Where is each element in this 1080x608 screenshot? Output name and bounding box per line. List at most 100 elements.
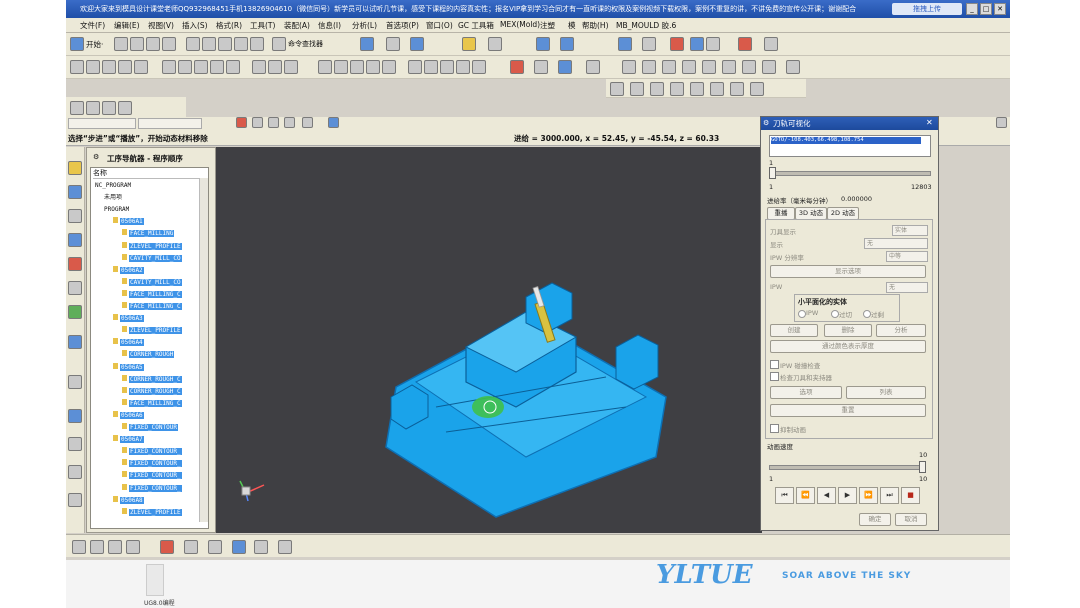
tree-row[interactable]: FACE_MILLING_C xyxy=(122,289,182,300)
menu-window[interactable]: 窗口(O) xyxy=(426,20,453,31)
tree-row[interactable]: FIXED_CONTOUR_ xyxy=(122,470,182,481)
operation-nav-icon[interactable] xyxy=(68,233,82,247)
point-icon[interactable] xyxy=(350,60,364,74)
close-toolbar-icon[interactable] xyxy=(786,60,800,74)
scope-filter-select[interactable] xyxy=(138,118,202,129)
suppress-animation-checkbox[interactable] xyxy=(770,424,779,433)
sync-c-icon[interactable] xyxy=(650,82,664,96)
menu-edit[interactable]: 编辑(E) xyxy=(114,20,140,31)
trim-body-icon[interactable] xyxy=(252,60,266,74)
tree-row[interactable]: CAVITY_MILL_CO xyxy=(122,277,182,288)
resize-face-icon[interactable] xyxy=(662,60,676,74)
options-button[interactable]: 选项 xyxy=(770,386,842,399)
animation-speed-track[interactable] xyxy=(769,465,925,470)
hidden-icon[interactable] xyxy=(118,101,132,115)
sync-model-icon[interactable] xyxy=(622,60,636,74)
radio-excess[interactable] xyxy=(863,310,871,318)
replace-face-icon[interactable] xyxy=(642,60,656,74)
tree-row[interactable]: FIXED_CONTOUR xyxy=(122,422,178,433)
command-finder-icon[interactable] xyxy=(272,37,286,51)
tree-row[interactable]: 0506A1 xyxy=(113,216,144,227)
ipw-select[interactable]: 无 xyxy=(886,282,928,293)
extrude-icon[interactable] xyxy=(86,60,100,74)
upload-badge[interactable]: 拖拽上传 xyxy=(892,3,962,15)
type-filter-select[interactable] xyxy=(68,118,136,129)
check-tool-holder-checkbox[interactable] xyxy=(770,372,779,381)
tree-row[interactable]: FACE_MILLING xyxy=(122,228,175,239)
delete-face-icon[interactable] xyxy=(722,60,736,74)
shade-icon[interactable] xyxy=(86,101,100,115)
command-finder-button[interactable]: 命令查找器 xyxy=(288,39,323,49)
dialog-close-icon[interactable]: ✕ xyxy=(926,118,933,127)
ok-button[interactable]: 确定 xyxy=(859,513,891,526)
tree-row[interactable]: ZLEVEL_PROFILE xyxy=(122,325,182,336)
step-forward-button[interactable]: ⏩ xyxy=(859,487,878,504)
reuse-library-icon[interactable] xyxy=(68,281,82,295)
menu-insert[interactable]: 插入(S) xyxy=(182,20,208,31)
machine-nav-icon[interactable] xyxy=(68,257,82,271)
list-button[interactable]: 列表 xyxy=(846,386,926,399)
play-reverse-button[interactable]: ◀ xyxy=(817,487,836,504)
cut-icon[interactable] xyxy=(186,37,200,51)
analyze-button[interactable]: 分析 xyxy=(876,324,926,337)
create-geometry-icon[interactable] xyxy=(208,540,222,554)
stop-button[interactable]: ■ xyxy=(901,487,920,504)
tool-path-icon[interactable] xyxy=(738,37,752,51)
boss-icon[interactable] xyxy=(134,60,148,74)
lasso-icon[interactable] xyxy=(302,117,313,128)
tree-row[interactable]: FACE_MILLING_C xyxy=(122,301,182,312)
tree-row[interactable]: FIXED_CONTOUR_ xyxy=(122,483,182,494)
tree-row[interactable]: FIXED_CONTOUR_ xyxy=(122,458,182,469)
part-nav-icon[interactable] xyxy=(68,209,82,223)
graphics-viewport[interactable] xyxy=(216,147,762,533)
snap-end-icon[interactable] xyxy=(252,117,263,128)
sync-a-icon[interactable] xyxy=(610,82,624,96)
move-object-icon[interactable] xyxy=(408,60,422,74)
operation-tree[interactable]: 名称 NC_PROGRAM 未用项 PROGRAM 0506A1 FACE_MILLIN… xyxy=(90,167,209,529)
rewind-to-start-button[interactable]: ⏮ xyxy=(775,487,794,504)
system-scene-icon[interactable] xyxy=(68,493,82,507)
reset-button[interactable]: 重置 xyxy=(770,404,926,417)
mirror-icon[interactable] xyxy=(424,60,438,74)
open-file-icon[interactable] xyxy=(130,37,144,51)
revolve-icon[interactable] xyxy=(102,60,116,74)
postprocess-icon[interactable] xyxy=(706,37,720,51)
snap-icon[interactable] xyxy=(386,37,400,51)
menu-injection[interactable]: 注塑 xyxy=(540,20,555,31)
menu-mb-mould[interactable]: MB_MOULD 胶.6 xyxy=(616,20,676,31)
ops-c-icon[interactable] xyxy=(108,540,122,554)
document-thumbnail-icon[interactable] xyxy=(146,564,164,596)
create-button[interactable]: 创建 xyxy=(770,324,818,337)
sketch-icon[interactable] xyxy=(70,60,84,74)
body-filter-icon[interactable] xyxy=(328,117,339,128)
hole-icon[interactable] xyxy=(118,60,132,74)
toolpath-list-selected[interactable]: GOTO/-108.403,66.498,108.754 xyxy=(771,137,921,144)
split-body-icon[interactable] xyxy=(268,60,282,74)
edge-blend-icon[interactable] xyxy=(210,60,224,74)
sync-f-icon[interactable] xyxy=(710,82,724,96)
offset-face-icon[interactable] xyxy=(284,60,298,74)
line-icon[interactable] xyxy=(366,60,380,74)
generate-icon[interactable] xyxy=(670,37,684,51)
render-style-icon[interactable] xyxy=(410,37,424,51)
tree-row[interactable]: 0506A2 xyxy=(113,265,144,276)
edge-icon[interactable] xyxy=(102,101,116,115)
roles-icon[interactable] xyxy=(68,465,82,479)
tree-row[interactable]: PROGRAM xyxy=(104,204,129,215)
print-icon[interactable] xyxy=(162,37,176,51)
create-operation-icon[interactable] xyxy=(254,540,268,554)
start-menu-button[interactable]: 开始· xyxy=(86,39,103,50)
tree-row[interactable]: 未用项 xyxy=(104,192,122,203)
ops-d-icon[interactable] xyxy=(126,540,140,554)
menu-file[interactable]: 文件(F) xyxy=(80,20,105,31)
sync-e-icon[interactable] xyxy=(690,82,704,96)
radio-overcut[interactable] xyxy=(831,310,839,318)
create-program-icon[interactable] xyxy=(160,540,174,554)
dialog-gear-icon[interactable]: ⚙ xyxy=(763,119,769,127)
create-tool-icon[interactable] xyxy=(184,540,198,554)
tree-row[interactable]: CORNER_ROUGH_C xyxy=(122,386,182,397)
tree-row[interactable]: ZLEVEL_PROFILE xyxy=(122,241,182,252)
delete-button[interactable]: 删除 xyxy=(824,324,872,337)
tree-row[interactable]: 0506A5 xyxy=(113,362,144,373)
tree-row[interactable]: 0506A4 xyxy=(113,337,144,348)
